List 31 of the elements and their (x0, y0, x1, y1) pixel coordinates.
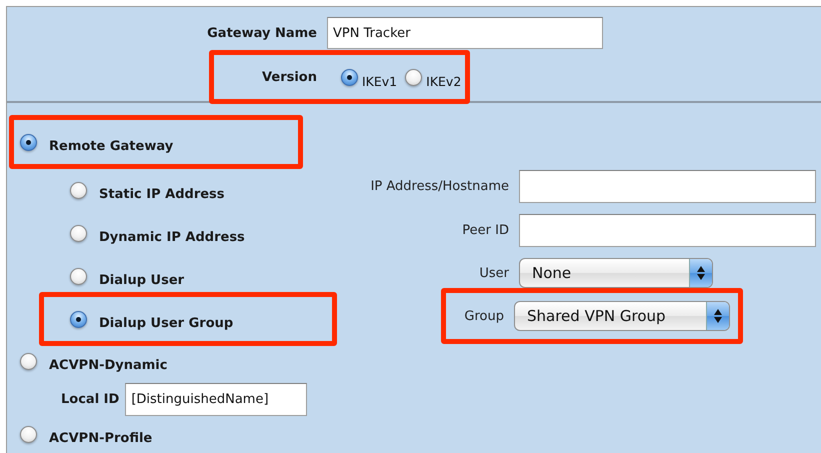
radio-button[interactable] (20, 352, 37, 370)
local-id-field[interactable]: [DistinguishedName] (125, 382, 308, 416)
radio-button[interactable] (70, 310, 87, 328)
text-field[interactable] (519, 214, 816, 247)
radio-button[interactable] (70, 224, 87, 242)
radio-button[interactable] (70, 268, 87, 284)
radio-label: Remote Gateway (49, 138, 174, 154)
radio-label: ACVPN-Profile (49, 430, 152, 446)
radio-button[interactable] (70, 182, 87, 198)
field-label: Group (463, 308, 505, 324)
radio-button[interactable] (405, 68, 422, 86)
radio-label: Static IP Address (99, 186, 225, 202)
gateway-name-field[interactable]: VPN Tracker (327, 17, 603, 49)
radio-label: Dialup User (99, 272, 184, 288)
field-label: Gateway Name (206, 26, 317, 40)
radio-label: IKEv2 (426, 74, 462, 88)
dropdown[interactable]: None (519, 258, 713, 288)
field-label: User (478, 266, 510, 280)
field-label: Local ID (61, 392, 120, 406)
radio-label: Dialup User Group (99, 316, 234, 330)
radio-label: Dynamic IP Address (99, 230, 245, 244)
radio-button[interactable] (341, 68, 358, 86)
field-label: IP Address/Hostname (370, 179, 510, 194)
radio-button[interactable] (20, 134, 37, 150)
radio-label: ACVPN-Dynamic (49, 358, 168, 372)
field-label: Peer ID (461, 223, 510, 238)
radio-label: IKEv1 (362, 74, 398, 88)
radio-button[interactable] (20, 426, 37, 442)
dropdown[interactable]: Shared VPN Group (514, 301, 730, 331)
field-label: Version (261, 70, 317, 84)
text-field[interactable] (519, 170, 816, 203)
